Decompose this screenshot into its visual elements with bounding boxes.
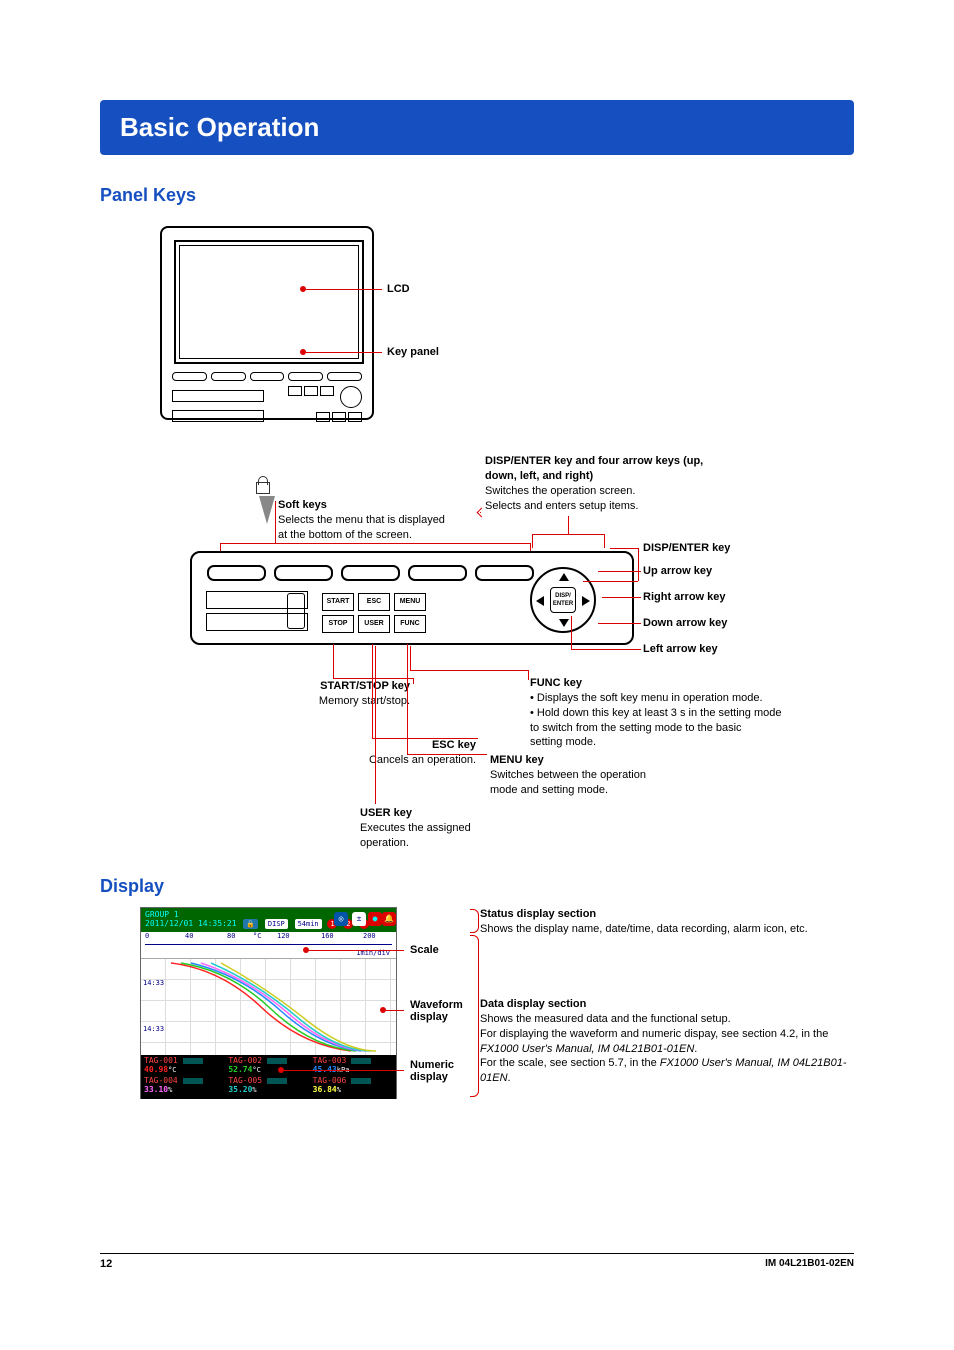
stop-key[interactable]: STOP [322, 615, 354, 633]
left-arrow-label: Left arrow key [643, 643, 718, 655]
data-brace [470, 935, 479, 1097]
menu-key[interactable]: MENU [394, 593, 426, 611]
soft-keys-row [207, 565, 534, 581]
scale-area: 0 40 80 °C 120 160 200 1min/div [141, 932, 396, 959]
channel-readout: TAG-003 45.43kPa [313, 1057, 393, 1077]
chapter-title: Basic Operation [100, 100, 854, 155]
lock-icon: 🔒 [243, 919, 258, 929]
record-icon: ● [368, 912, 382, 926]
channel-readout: TAG-001 40.98°C [144, 1057, 224, 1077]
down-arrow-key[interactable] [559, 619, 569, 627]
device-outline [160, 226, 374, 420]
disp-enter-label: DISP/ENTER key [643, 542, 730, 554]
up-arrow-label: Up arrow key [643, 565, 712, 577]
alarm-bell-icon: 🔔 [382, 912, 396, 926]
disp-badge: DISP [265, 919, 288, 929]
target-icon: ◎ [334, 912, 348, 926]
status-desc: Status display section Shows the display… [480, 907, 860, 937]
func-key[interactable]: FUNC [394, 615, 426, 633]
dpad[interactable]: DISP/ENTER [530, 567, 596, 633]
key-panel-area [172, 368, 362, 416]
channel-readout: TAG-004 33.10% [144, 1077, 224, 1097]
waveform-area: 14:33 14:33 [141, 959, 396, 1055]
channel-readout: TAG-005 35.20% [228, 1077, 308, 1097]
data-desc: Data display section Shows the measured … [480, 997, 860, 1086]
channel-readout: TAG-006 36.84% [313, 1077, 393, 1097]
softkeys-callout: Soft keys Selects the menu that is displ… [278, 498, 508, 543]
expand-arrow-icon [259, 496, 275, 524]
plus-icon: ± [352, 912, 366, 926]
hinge-icon [253, 476, 273, 494]
section-display: Display [100, 876, 854, 897]
lcd-screen [174, 240, 364, 364]
right-arrow-key[interactable] [582, 596, 590, 606]
time-badge: 54min [295, 919, 322, 929]
display-diagram: GROUP 1 2011/12/01 14:35:21 🔒 DISP 54min… [100, 907, 854, 1127]
start-key[interactable]: START [322, 593, 354, 611]
channel-readout: TAG-002 52.74°C [228, 1057, 308, 1077]
scale-label: Scale [410, 944, 439, 956]
start-stop-callout: START/STOP key Memory start/stop. [260, 679, 410, 709]
user-callout: USER key Executes the assigned operation… [360, 806, 530, 851]
right-arrow-label: Right arrow key [643, 591, 726, 603]
page-footer: 12 IM 04L21B01-02EN [100, 1253, 854, 1270]
up-arrow-key[interactable] [559, 573, 569, 581]
lcd-label: LCD [387, 283, 410, 295]
panel-keys-diagram: LCD Key panel Soft keys Selects the menu… [100, 216, 854, 876]
key-panel-label: Key panel [387, 346, 439, 358]
disp-enter-key[interactable]: DISP/ENTER [550, 587, 576, 613]
esc-key[interactable]: ESC [358, 593, 390, 611]
status-brace [470, 909, 479, 933]
menu-callout: MENU key Switches between the operation … [490, 753, 690, 798]
document-id: IM 04L21B01-02EN [765, 1258, 854, 1269]
down-arrow-label: Down arrow key [643, 617, 727, 629]
esc-callout: ESC key Cancels an operation. [336, 738, 476, 768]
section-panel-keys: Panel Keys [100, 185, 854, 206]
dpad-group-callout: DISP/ENTER key and four arrow keys (up, … [485, 454, 715, 513]
func-callout: FUNC key • Displays the soft key menu in… [530, 676, 830, 750]
left-arrow-key[interactable] [536, 596, 544, 606]
status-bar: GROUP 1 2011/12/01 14:35:21 🔒 DISP 54min… [141, 908, 396, 932]
user-key[interactable]: USER [358, 615, 390, 633]
page-number: 12 [100, 1258, 112, 1270]
key-panel-enlarged: START ESC MENU STOP USER FUNC DISP/ENTER [190, 551, 634, 645]
numeric-area: TAG-001 40.98°CTAG-002 52.74°CTAG-003 45… [141, 1055, 396, 1099]
